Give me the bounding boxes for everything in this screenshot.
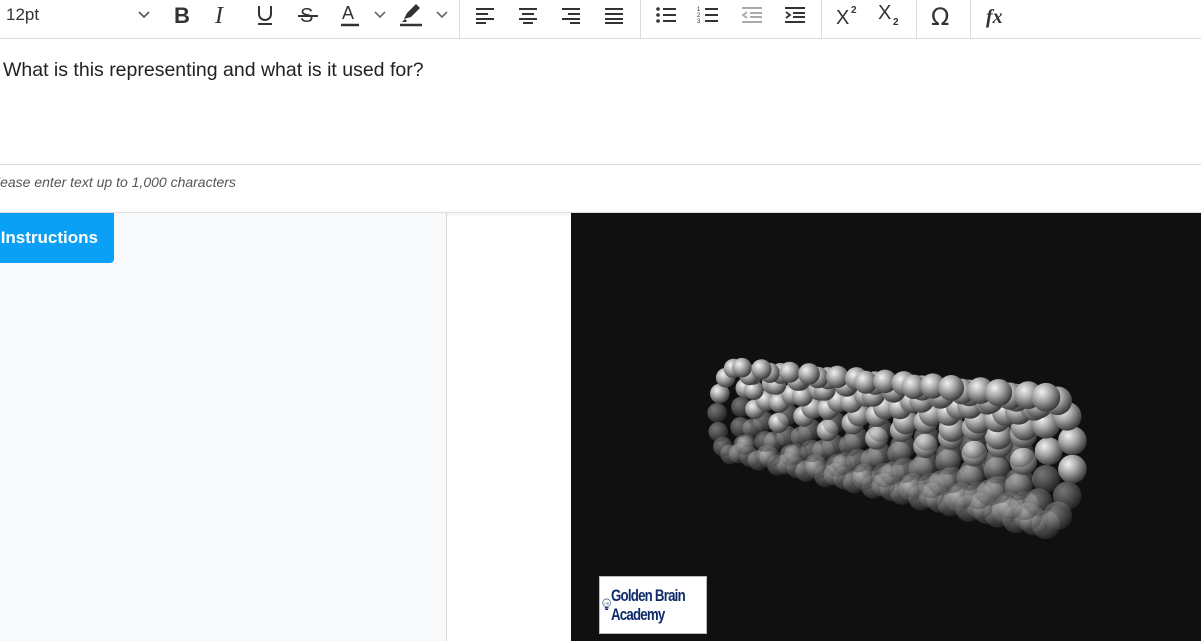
special-character-button[interactable]: Ω (930, 0, 956, 30)
underline-button[interactable] (254, 0, 276, 30)
outdent-button[interactable] (741, 0, 763, 30)
atom-sphere (708, 422, 728, 442)
atom-sphere (732, 357, 752, 378)
rich-text-editor[interactable]: What is this representing and what is it… (0, 39, 1201, 164)
subscript-button[interactable]: X2 (877, 0, 903, 30)
highlight-color-button[interactable] (398, 0, 424, 30)
question-image: GB Golden Brain Academy (571, 213, 1201, 641)
instructions-panel (0, 213, 447, 641)
svg-text:fx: fx (986, 6, 1003, 28)
indent-button[interactable] (784, 0, 806, 30)
brand-logo-text: Golden Brain Academy (611, 586, 686, 624)
toolbar-separator (916, 0, 917, 38)
atom-sphere (1032, 464, 1060, 493)
text-color-button[interactable]: A (338, 0, 362, 30)
atom-sphere (985, 379, 1013, 407)
toolbar-separator (970, 0, 971, 38)
logo-line2: Academy (611, 605, 665, 624)
align-right-button[interactable] (560, 0, 582, 30)
atom-sphere (798, 363, 820, 385)
svg-text:X: X (878, 2, 891, 24)
svg-text:X: X (836, 7, 849, 27)
superscript-button[interactable]: X2 (835, 0, 861, 30)
divider (0, 164, 1201, 165)
atom-sphere (1058, 426, 1087, 455)
align-justify-button[interactable] (603, 0, 625, 30)
lightbulb-icon: GB (602, 598, 611, 610)
toolbar-separator (640, 0, 641, 38)
atom-sphere (1058, 454, 1087, 484)
svg-text:B: B (174, 4, 190, 26)
svg-text:A: A (342, 3, 354, 23)
atom-sphere (751, 359, 772, 380)
character-limit-hint: lease enter text up to 1,000 characters (0, 174, 236, 190)
svg-text:3: 3 (697, 19, 701, 25)
instructions-button-label: Instructions (0, 228, 98, 247)
logo-line1: Golden Brain (611, 586, 686, 605)
svg-text:Ω: Ω (931, 3, 949, 28)
brand-logo: GB Golden Brain Academy (599, 576, 707, 634)
svg-text:GB: GB (604, 601, 610, 605)
align-center-button[interactable] (517, 0, 539, 30)
editor-content[interactable]: What is this representing and what is it… (3, 59, 424, 82)
svg-text:I: I (214, 4, 224, 26)
instructions-button[interactable]: Instructions (0, 213, 114, 263)
editor-toolbar: 12pt B I S A 123 X2 X 2 Ω fx (0, 0, 1201, 39)
strikethrough-button[interactable]: S (296, 0, 320, 30)
bold-button[interactable]: B (170, 0, 192, 30)
align-left-button[interactable] (474, 0, 496, 30)
toolbar-separator (821, 0, 822, 38)
equation-button[interactable]: fx (985, 0, 1011, 30)
svg-text:2: 2 (851, 5, 857, 16)
atom-sphere (707, 403, 727, 423)
chevron-down-icon[interactable] (434, 6, 450, 22)
chevron-down-icon[interactable] (136, 6, 152, 22)
toolbar-separator (459, 0, 460, 38)
italic-button[interactable]: I (210, 0, 232, 30)
bullet-list-button[interactable] (655, 0, 677, 30)
font-size-select[interactable]: 12pt (6, 5, 39, 25)
atom-sphere (779, 361, 801, 383)
svg-text:2: 2 (893, 17, 899, 28)
chevron-down-icon[interactable] (372, 6, 388, 22)
atom-sphere (938, 375, 965, 401)
atom-sphere (1031, 382, 1061, 412)
numbered-list-button[interactable]: 123 (697, 0, 719, 30)
